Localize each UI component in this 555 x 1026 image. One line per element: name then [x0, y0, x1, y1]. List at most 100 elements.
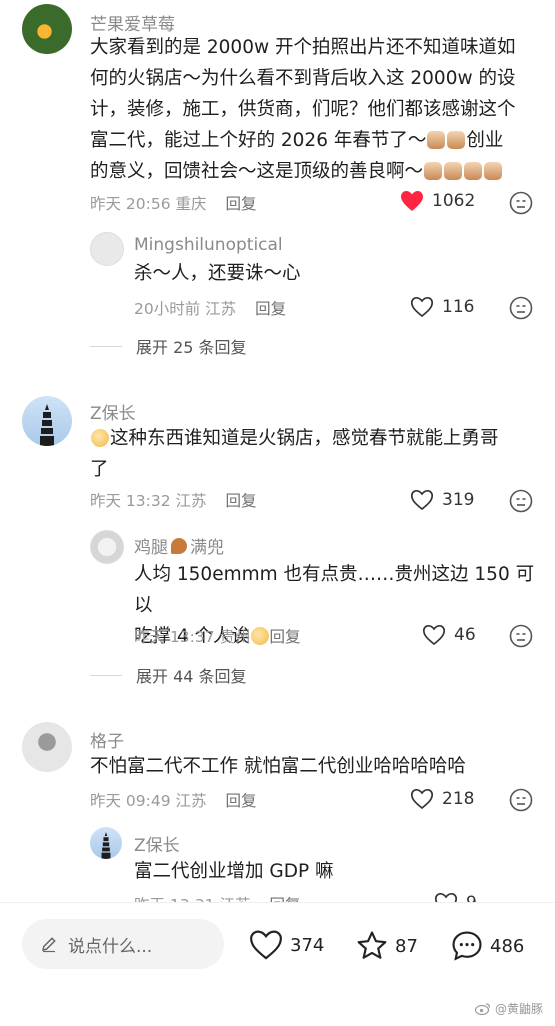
username[interactable]: Z保长 — [134, 831, 180, 856]
comment-location: 江苏 — [205, 300, 237, 318]
like-button[interactable]: 218 — [410, 788, 474, 810]
post-favorite-count: 87 — [395, 935, 418, 957]
heart-icon — [410, 296, 434, 318]
text-segment: 的意义，回馈社会～这是顶级的善良啊～ — [90, 161, 424, 182]
like-button[interactable]: 116 — [410, 296, 474, 318]
expand-label: 展开 25 条回复 — [136, 338, 247, 357]
divider — [90, 345, 122, 347]
like-count: 116 — [442, 297, 475, 317]
crying-emoji-icon — [91, 429, 109, 447]
cat-emoji-icon — [447, 131, 466, 149]
comment-text-line: 这种东西谁知道是火锅店，感觉春节就能上勇哥 — [90, 423, 540, 454]
username[interactable]: Mingshilunoptical — [134, 235, 283, 255]
username[interactable]: 鸡腿 满兜 — [134, 533, 224, 558]
reply-button[interactable]: 回复 — [255, 300, 286, 318]
comment-text-line: 富二代，能过上个好的 2026 年春节了～ 创业 — [90, 125, 540, 156]
comments-button[interactable]: 486 — [450, 929, 524, 963]
comment-meta: 昨天 09:49 江苏 回复 — [90, 789, 257, 811]
expand-replies-button[interactable]: 展开 44 条回复 — [90, 663, 247, 687]
reply-button[interactable]: 回复 — [226, 195, 257, 213]
cat-emoji-icon — [484, 162, 503, 180]
comment-text: 这种东西谁知道是火锅店，感觉春节就能上勇哥 了 — [90, 423, 540, 485]
star-icon — [357, 931, 387, 959]
heart-icon — [250, 930, 282, 960]
heart-filled-icon — [401, 191, 423, 211]
comment-meta: 昨天 13:37 贵州 回复 — [134, 625, 301, 647]
reply-button[interactable]: 回复 — [270, 628, 301, 646]
comment-meta: 20小时前 江苏 回复 — [134, 297, 286, 319]
reply-button[interactable]: 回复 — [226, 492, 257, 510]
pagoda-image — [40, 404, 54, 446]
expand-replies-button[interactable]: 展开 25 条回复 — [90, 334, 247, 358]
input-placeholder: 说点什么... — [68, 936, 153, 957]
like-button[interactable]: 46 — [422, 624, 476, 646]
comment-text-line: 计，装修，施工，供货商，们呢？他们都该感谢这个 — [90, 99, 516, 120]
comment-text: 不怕富二代不工作 就怕富二代创业哈哈哈哈哈 — [90, 756, 466, 777]
comment-meta: 昨天 13:32 江苏 回复 — [90, 489, 257, 511]
comment-text-line: 大家看到的是 2000w 开个拍照出片还不知道味道如 — [90, 37, 516, 58]
watermark: @黄鼬豚 — [474, 1000, 543, 1017]
dislike-face-icon[interactable] — [509, 788, 533, 812]
comment-time: 20小时前 — [134, 300, 201, 318]
comment-text: 大家看到的是 2000w 开个拍照出片还不知道味道如 何的火锅店～为什么看不到背… — [90, 32, 540, 187]
divider — [90, 674, 122, 676]
like-count: 319 — [442, 490, 475, 510]
comment-time: 昨天 13:37 — [134, 628, 215, 646]
avatar[interactable] — [90, 232, 124, 266]
reply-button[interactable]: 回复 — [226, 792, 257, 810]
comment-input[interactable]: 说点什么... — [22, 919, 224, 969]
like-button[interactable]: 319 — [410, 489, 474, 511]
bottom-action-bar: 说点什么... 374 87 486 — [0, 902, 555, 1026]
favorite-button[interactable]: 87 — [355, 929, 418, 963]
comment-location: 江苏 — [175, 492, 207, 510]
cat-emoji-icon — [444, 162, 463, 180]
heart-icon — [410, 489, 434, 511]
like-count: 1062 — [432, 191, 476, 211]
pagoda-image — [101, 832, 111, 859]
drumstick-emoji-icon — [171, 537, 187, 554]
watermark-text: @黄鼬豚 — [494, 1002, 543, 1016]
comment-text-line: 人均 150emmm 也有点贵……贵州这边 150 可以 — [134, 564, 535, 616]
cat-emoji-icon — [464, 162, 483, 180]
comment-time: 昨天 09:49 — [90, 792, 171, 810]
pencil-icon — [42, 937, 56, 953]
comment-text-line: 的意义，回馈社会～这是顶级的善良啊～ — [90, 156, 540, 187]
comment-text-line: 何的火锅店～为什么看不到背后收入这 2000w 的设 — [90, 68, 516, 89]
comment-location: 贵州 — [219, 628, 251, 646]
dislike-face-icon[interactable] — [509, 489, 533, 513]
like-count: 218 — [442, 789, 475, 809]
avatar[interactable] — [90, 530, 124, 564]
comment-location: 江苏 — [175, 792, 207, 810]
heart-icon — [422, 624, 446, 646]
heart-icon — [410, 788, 434, 810]
dislike-face-icon[interactable] — [509, 191, 533, 215]
comment-meta: 昨天 20:56 重庆 回复 — [90, 192, 257, 214]
dislike-face-icon[interactable] — [509, 624, 533, 648]
like-count: 46 — [454, 625, 476, 645]
text-segment: 创业 — [466, 130, 504, 151]
username-part: 鸡腿 — [134, 538, 168, 558]
expand-label: 展开 44 条回复 — [136, 667, 247, 686]
username[interactable]: Z保长 — [90, 399, 136, 424]
chat-bubble-icon — [452, 931, 482, 961]
username-part: 满兜 — [190, 538, 224, 558]
comment-time: 昨天 20:56 — [90, 195, 171, 213]
username[interactable]: 格子 — [90, 727, 124, 752]
avatar[interactable] — [22, 4, 72, 54]
avatar[interactable] — [90, 827, 122, 859]
weibo-icon — [474, 1003, 491, 1015]
comment-time: 昨天 13:32 — [90, 492, 171, 510]
post-comment-count: 486 — [490, 935, 525, 957]
comment-location: 重庆 — [175, 195, 207, 213]
dislike-face-icon[interactable] — [509, 296, 533, 320]
reply-text: 杀～人，还要诛～心 — [134, 263, 301, 284]
text-segment: 这种东西谁知道是火锅店，感觉春节就能上勇哥 — [110, 428, 499, 449]
cat-emoji-icon — [424, 162, 443, 180]
like-button[interactable]: 1062 — [400, 190, 475, 212]
avatar[interactable] — [22, 396, 72, 446]
avatar[interactable] — [22, 722, 72, 772]
cat-emoji-icon — [427, 131, 446, 149]
reply-text: 富二代创业增加 GDP 嘛 — [134, 861, 334, 882]
text-segment: 富二代，能过上个好的 2026 年春节了～ — [90, 130, 427, 151]
like-post-button[interactable]: 374 — [248, 929, 324, 961]
